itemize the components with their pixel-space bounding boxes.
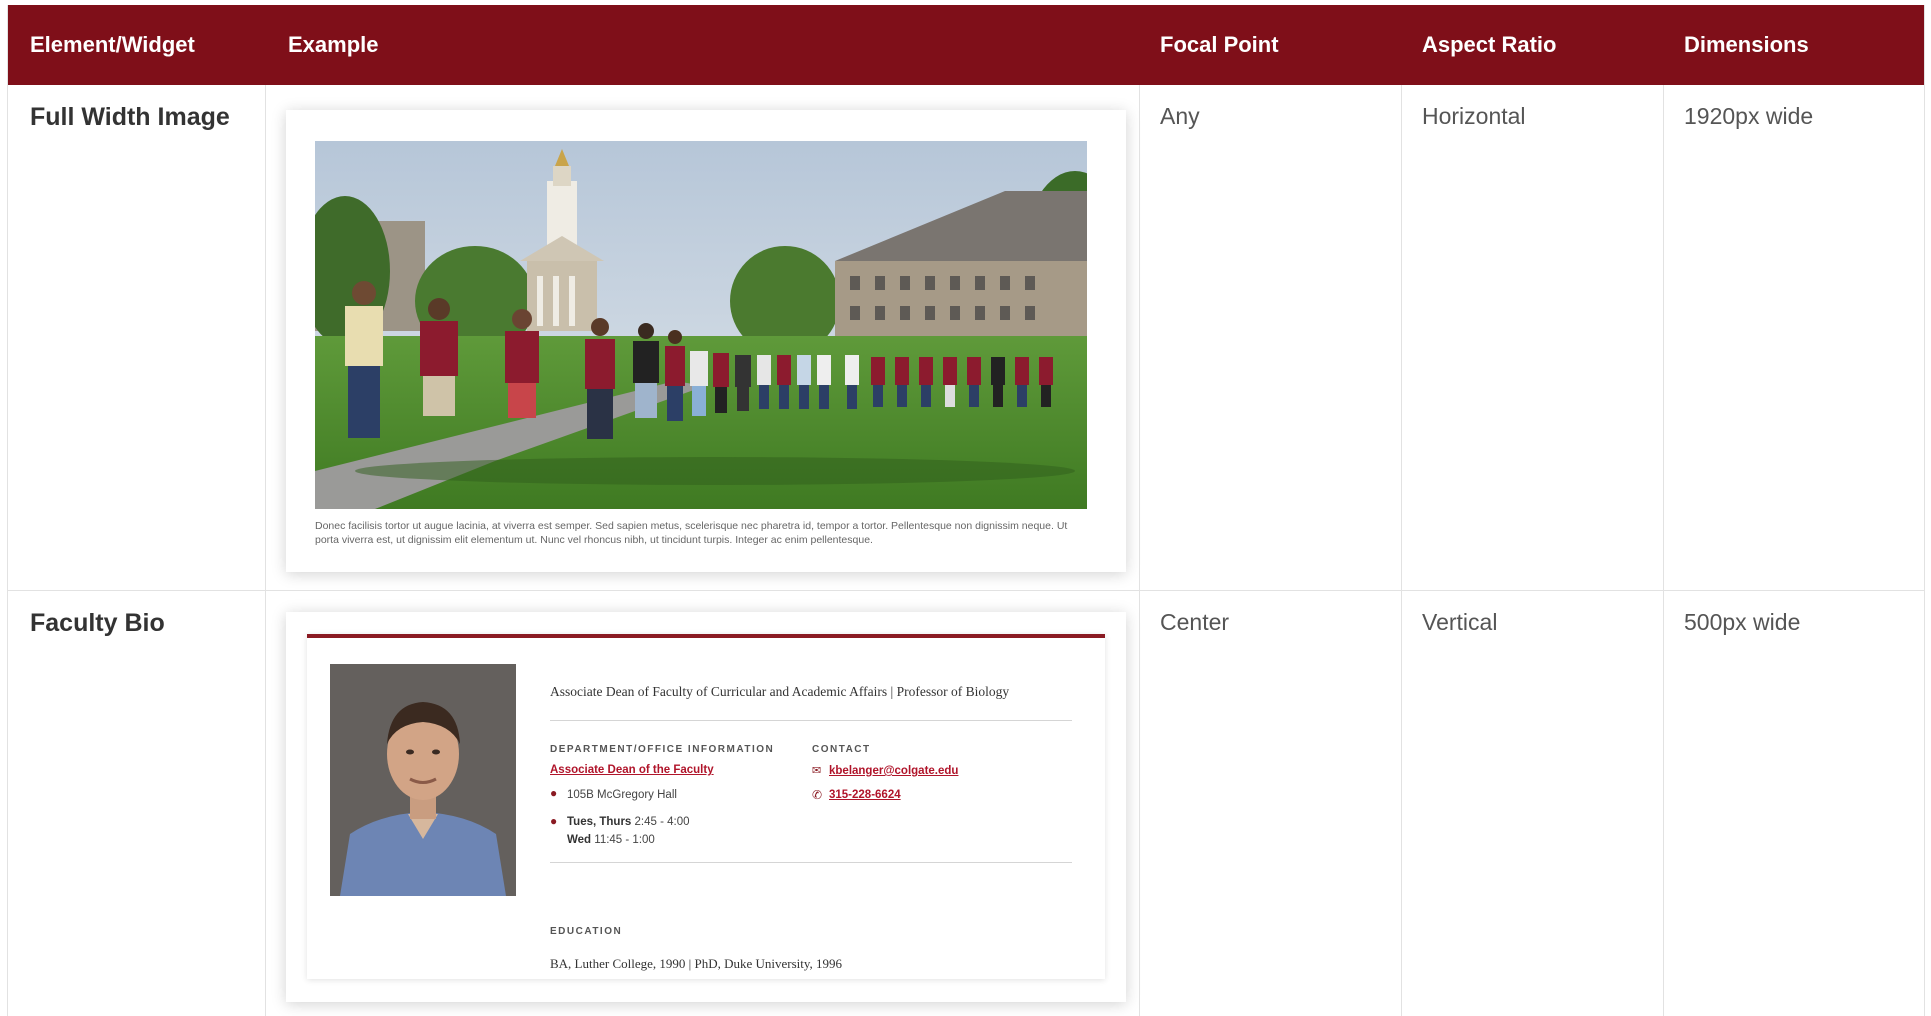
header-aspect-ratio: Aspect Ratio <box>1422 32 1557 57</box>
focal-point-value: Any <box>1160 103 1200 129</box>
education-heading: EDUCATION <box>550 926 623 937</box>
full-width-image-example: Donec facilisis tortor ut augue lacinia,… <box>286 110 1126 572</box>
header-example: Example <box>288 32 379 57</box>
faculty-bio-example: Associate Dean of Faculty of Curricular … <box>286 612 1126 1002</box>
office-hours-time-2: 11:45 - 1:00 <box>594 834 655 846</box>
office-hours-line-2: Wed 11:45 - 1:00 <box>567 834 655 846</box>
clock-icon: ● <box>550 814 558 828</box>
widget-table: Element/Widget Example Focal Point Aspec… <box>7 5 1925 1016</box>
email-link[interactable]: kbelanger@colgate.edu <box>829 765 958 777</box>
bio-card: Associate Dean of Faculty of Curricular … <box>307 634 1105 979</box>
envelope-icon: ✉ <box>812 765 822 777</box>
campus-photo <box>315 141 1087 509</box>
column-divider <box>1663 85 1664 1016</box>
dimensions-value: 500px wide <box>1684 609 1801 635</box>
dept-link[interactable]: Associate Dean of the Faculty <box>550 764 714 776</box>
office-hours-days-1: Tues, Thurs <box>567 816 632 828</box>
divider <box>550 862 1072 863</box>
aspect-ratio-value: Horizontal <box>1422 103 1526 129</box>
divider <box>550 720 1072 721</box>
image-caption: Donec facilisis tortor ut augue lacinia,… <box>315 520 1068 546</box>
education-text: BA, Luther College, 1990 | PhD, Duke Uni… <box>550 956 843 971</box>
header-focal-point: Focal Point <box>1160 32 1279 57</box>
table-header: Element/Widget Example Focal Point Aspec… <box>8 5 1924 85</box>
faculty-portrait <box>330 664 516 896</box>
column-divider <box>1401 85 1402 1016</box>
aspect-ratio-value: Vertical <box>1422 609 1498 635</box>
table-row: Faculty Bio Associate Dean of Faculty of… <box>8 591 1924 1016</box>
row-title-full-width-image: Full Width Image <box>30 103 230 131</box>
column-divider <box>1139 85 1140 1016</box>
row-title-faculty-bio: Faculty Bio <box>30 609 165 637</box>
dept-heading: DEPARTMENT/OFFICE INFORMATION <box>550 744 775 755</box>
header-dimensions: Dimensions <box>1684 32 1809 57</box>
focal-point-value: Center <box>1160 609 1230 635</box>
office-hours-line-1: Tues, Thurs 2:45 - 4:00 <box>567 816 690 828</box>
contact-heading: CONTACT <box>812 744 871 755</box>
bio-job-title: Associate Dean of Faculty of Curricular … <box>550 684 1010 699</box>
dimensions-value: 1920px wide <box>1684 103 1814 129</box>
bio-location: 105B McGregory Hall <box>567 789 677 801</box>
office-hours-time-1: 2:45 - 4:00 <box>634 816 690 828</box>
office-hours-days-2: Wed <box>567 834 592 846</box>
phone-link[interactable]: 315-228-6624 <box>829 789 901 801</box>
phone-icon: ✆ <box>812 788 823 802</box>
location-pin-icon: ● <box>550 786 558 800</box>
table-row: Full Width Image Donec facilisis tortor … <box>8 85 1924 591</box>
header-element-widget: Element/Widget <box>30 32 195 57</box>
column-divider <box>265 85 266 1016</box>
